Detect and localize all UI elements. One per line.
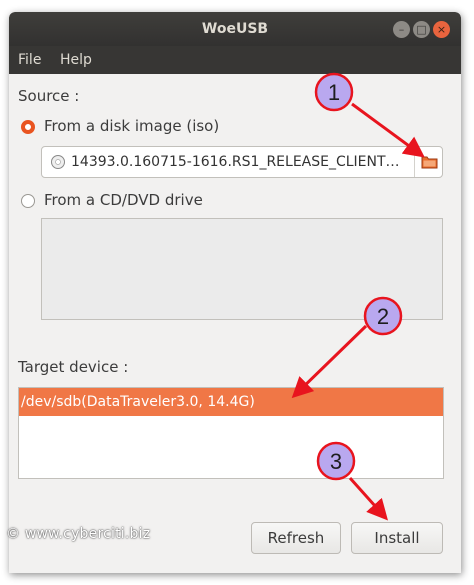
callout-3-label: 3 [330, 449, 342, 474]
callout-2: 2 [363, 296, 403, 336]
callout-2-label: 2 [377, 304, 389, 329]
callout-1-label: 1 [328, 80, 340, 105]
callout-1: 1 [314, 72, 354, 112]
callout-arrow-1 [351, 102, 425, 158]
callout-3: 3 [316, 441, 356, 481]
callout-arrow-2 [291, 324, 368, 399]
callout-arrow-3 [348, 476, 389, 521]
annotation-overlay: 1 2 3 [291, 72, 425, 521]
